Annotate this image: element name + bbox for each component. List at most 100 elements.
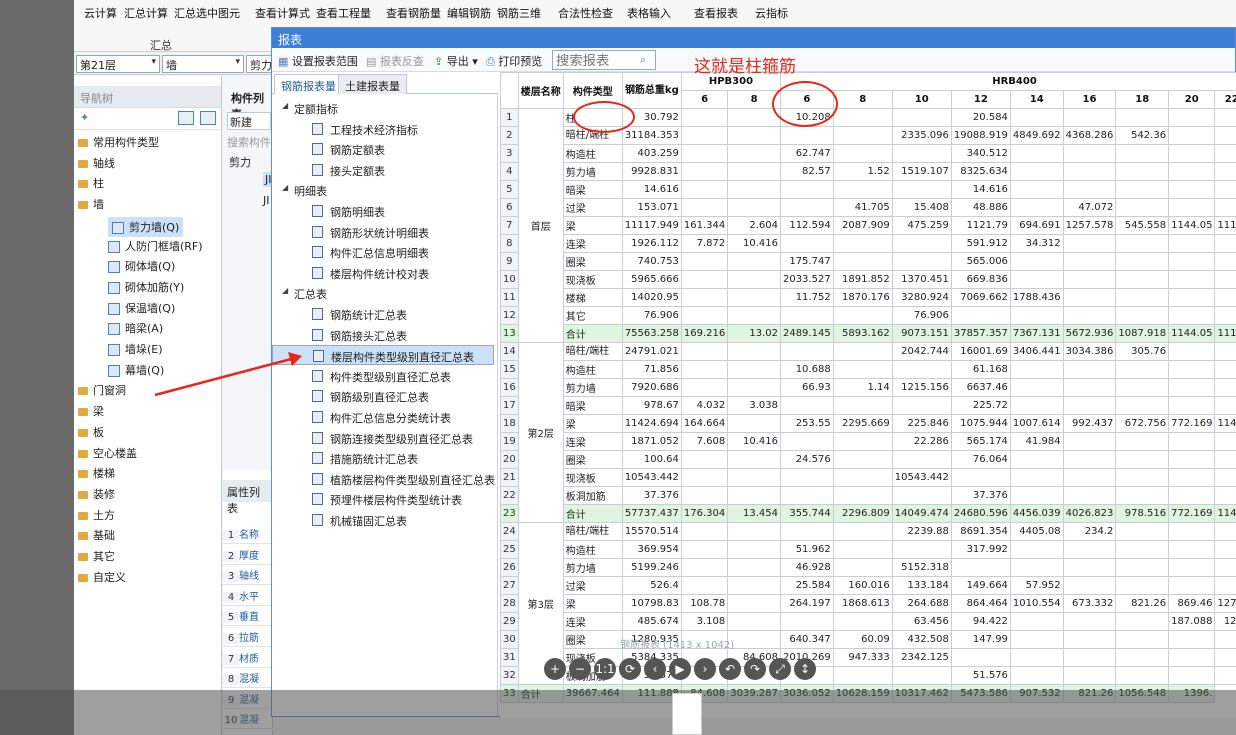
nav-sub-item[interactable]: 砌体墙(Q) bbox=[108, 258, 175, 278]
collapse-icon[interactable]: ◢ bbox=[282, 286, 288, 295]
table-row[interactable]: 10 现浇板 5965.666 2033.527 1891.852 1370.451 669… bbox=[500, 270, 1236, 289]
table-row[interactable]: 8 连梁 1926.112 7.872 10.416 591.912 34.312 bbox=[500, 234, 1236, 253]
table-row[interactable]: 23 合计 57737.437 176.304 13.454 355.744 2296.80… bbox=[500, 504, 1236, 523]
nav-sub-item[interactable]: 人防门框墙(RF) bbox=[108, 238, 203, 258]
component-item[interactable]: JI bbox=[263, 194, 270, 207]
nav-folder-item[interactable]: 常用构件类型 bbox=[78, 134, 159, 154]
nav-folder-item[interactable]: 土方 bbox=[78, 507, 115, 527]
report-tree-item[interactable]: 机械锚固汇总表 bbox=[272, 510, 494, 530]
table-row[interactable]: 9 圈梁 740.753 175.747 565.006 bbox=[500, 252, 1236, 271]
report-tree-item[interactable]: 钢筋明细表 bbox=[272, 201, 494, 221]
viewer-button[interactable]: ⤢ bbox=[769, 658, 791, 680]
table-row[interactable]: 22 板洞加筋 37.376 37.376 bbox=[500, 486, 1236, 505]
nav-folder-item[interactable]: 空心楼盖 bbox=[78, 445, 137, 465]
nav-folder-item[interactable]: 板 bbox=[78, 424, 104, 444]
report-tree-item[interactable]: 接头定额表 bbox=[272, 160, 494, 180]
property-row[interactable]: 6 拉筋 bbox=[223, 629, 273, 647]
report-tree-item[interactable]: 楼层构件统计校对表 bbox=[272, 263, 494, 283]
viewer-button[interactable]: ⟳ bbox=[619, 658, 641, 680]
property-row[interactable]: 2 厚度 bbox=[223, 547, 273, 565]
ribbon-button[interactable]: 编辑钢筋 bbox=[447, 7, 491, 20]
grid-view-icon[interactable] bbox=[200, 111, 216, 125]
list-view-icon[interactable] bbox=[178, 111, 194, 125]
table-row[interactable]: 11 楼梯 14020.95 11.752 1870.176 3280.924 7069.6… bbox=[500, 288, 1236, 307]
report-tree-item[interactable]: 钢筋连接类型级别直径汇总表 bbox=[272, 428, 494, 448]
viewer-button[interactable]: ‹ bbox=[644, 658, 666, 680]
collapse-icon[interactable]: ◢ bbox=[282, 101, 288, 110]
table-row[interactable]: 4 剪力墙 9928.831 82.57 1.52 1519.107 8325.634 bbox=[500, 162, 1236, 181]
ribbon-button[interactable]: 合法性检查 bbox=[558, 7, 613, 20]
table-row[interactable]: 25 构造柱 369.954 51.962 317.992 bbox=[500, 540, 1236, 559]
table-row[interactable]: 24 第3层 暗柱/端柱 15570.514 2239.88 8691.354 4405.0… bbox=[500, 522, 1236, 685]
table-row[interactable]: 13 合计 75563.258 169.216 13.02 2489.145 5893.16… bbox=[500, 324, 1236, 343]
report-tree-item[interactable]: 构件汇总信息明细表 bbox=[272, 242, 494, 262]
tree-group[interactable]: ◢ 定额指标 bbox=[272, 98, 494, 118]
nav-folder-item[interactable]: 柱 bbox=[78, 175, 104, 195]
type-select[interactable]: 墙 ▾ bbox=[162, 55, 244, 73]
report-tree-item[interactable]: 构件汇总信息分类统计表 bbox=[272, 407, 494, 427]
property-row[interactable]: 5 垂直 bbox=[223, 608, 273, 627]
table-row[interactable]: 14 第2层 暗柱/端柱 24791.021 2042.744 16001.69 3406.… bbox=[500, 342, 1236, 523]
property-row[interactable]: 8 混凝 bbox=[223, 670, 273, 689]
tab-civil-report[interactable]: 土建报表量 bbox=[338, 74, 407, 94]
component-search[interactable]: 搜索构件 bbox=[227, 134, 271, 150]
floor-select[interactable]: 第21层 ▾ bbox=[76, 55, 160, 73]
nav-folder-item[interactable]: 楼梯 bbox=[78, 465, 115, 485]
nav-sub-item[interactable]: 暗梁(A) bbox=[108, 320, 163, 340]
export-button[interactable]: ⇪ 导出 ▾ bbox=[434, 53, 478, 69]
table-row[interactable]: 18 梁 11424.694 164.664 253.55 2295.669 225.846… bbox=[500, 414, 1236, 433]
tree-group[interactable]: ◢ 明细表 bbox=[272, 180, 494, 200]
viewer-button[interactable]: ↕ bbox=[794, 658, 816, 680]
report-tree-item[interactable]: 钢筋统计汇总表 bbox=[272, 304, 494, 324]
table-row[interactable]: 29 连梁485.6743.108 63.45694.422 187.088122. bbox=[500, 612, 1236, 631]
table-row[interactable]: 15 构造柱 71.856 10.688 61.168 bbox=[500, 360, 1236, 379]
nav-sub-item[interactable]: 砌体加筋(Y) bbox=[108, 279, 184, 299]
table-row[interactable]: 21 现浇板 10543.442 10543.442 bbox=[500, 468, 1236, 487]
ribbon-button[interactable]: 表格输入 bbox=[627, 7, 671, 20]
table-row[interactable]: 5 暗梁 14.616 14.616 bbox=[500, 180, 1236, 199]
report-tree-item[interactable]: 工程技术经济指标 bbox=[272, 119, 494, 139]
set-range-button[interactable]: ▦ 设置报表范围 bbox=[278, 53, 358, 69]
table-row[interactable]: 30 圈梁 1280.935 640.347 60.09 432.508 147.99 bbox=[500, 630, 1236, 649]
ribbon-button[interactable]: 查看计算式 bbox=[255, 7, 310, 20]
table-row[interactable]: 27 过梁 526.4 25.584 160.016 133.184 149.664 57.9… bbox=[500, 576, 1236, 595]
table-row[interactable]: 16 剪力墙 7920.686 66.93 1.14 1215.156 6637.46 bbox=[500, 378, 1236, 397]
table-row[interactable]: 19 连梁 1871.052 7.608 10.416 22.286 565.174 41.9… bbox=[500, 432, 1236, 451]
ribbon-button[interactable]: 云指标 bbox=[755, 7, 788, 20]
nav-sub-item[interactable]: 保温墙(Q) bbox=[108, 300, 175, 320]
nav-folder-item[interactable]: 梁 bbox=[78, 403, 104, 423]
viewer-button[interactable]: − bbox=[569, 658, 591, 680]
expand-icon[interactable]: ✦ bbox=[80, 111, 89, 124]
table-row[interactable]: 20 圈梁 100.64 24.576 76.064 bbox=[500, 450, 1236, 469]
ribbon-button[interactable]: 钢筋三维 bbox=[497, 7, 541, 20]
tree-group[interactable]: ◢ 汇总表 bbox=[272, 283, 494, 303]
viewer-button[interactable]: + bbox=[544, 658, 566, 680]
property-row[interactable]: 7 材质 bbox=[223, 650, 273, 668]
viewer-thumbnail[interactable] bbox=[672, 693, 702, 735]
nav-folder-item[interactable]: 其它 bbox=[78, 548, 115, 568]
report-tree-item[interactable]: 钢筋接头汇总表 bbox=[272, 325, 494, 345]
nav-sub-item[interactable]: 剪力墙(Q) bbox=[108, 216, 184, 237]
report-tree-item[interactable]: 措施筋统计汇总表 bbox=[272, 448, 494, 468]
report-tree-item[interactable]: 预埋件楼层构件类型统计表 bbox=[272, 489, 494, 509]
table-row[interactable]: 3 构造柱 403.259 62.747 340.512 bbox=[500, 144, 1236, 163]
report-tree-item[interactable]: 植筋楼层构件类型级别直径汇总表 bbox=[272, 469, 495, 489]
table-row[interactable]: 26 剪力墙 5199.246 46.928 5152.318 bbox=[500, 558, 1236, 577]
print-preview-button[interactable]: ⎙ 打印预览 bbox=[486, 53, 542, 69]
tab-rebar-report[interactable]: 钢筋报表量 bbox=[274, 74, 343, 94]
component-node[interactable]: 剪力 bbox=[229, 154, 251, 170]
ribbon-button[interactable]: 查看工程量 bbox=[316, 7, 371, 20]
nav-folder-item[interactable]: 装修 bbox=[78, 486, 115, 506]
nav-folder-item[interactable]: 门窗洞 bbox=[78, 382, 126, 402]
table-row[interactable]: 28 梁 10798.83 108.78 264.197 1868.613 264.688 8… bbox=[500, 594, 1236, 613]
ribbon-button[interactable]: 汇总计算 bbox=[124, 7, 168, 20]
search-icon[interactable]: ⌕ bbox=[640, 53, 646, 67]
collapse-icon[interactable]: ◢ bbox=[282, 183, 288, 192]
nav-folder-item[interactable]: 轴线 bbox=[78, 155, 115, 175]
viewer-button[interactable]: ▶ bbox=[669, 658, 691, 680]
ribbon-button[interactable]: 云计算 bbox=[84, 5, 117, 21]
viewer-button[interactable]: 1:1 bbox=[594, 658, 616, 680]
nav-folder-item[interactable]: 墙 bbox=[78, 196, 104, 216]
ribbon-button[interactable]: 查看钢筋量 bbox=[386, 7, 441, 20]
report-tree-item[interactable]: 钢筋定额表 bbox=[272, 139, 494, 159]
